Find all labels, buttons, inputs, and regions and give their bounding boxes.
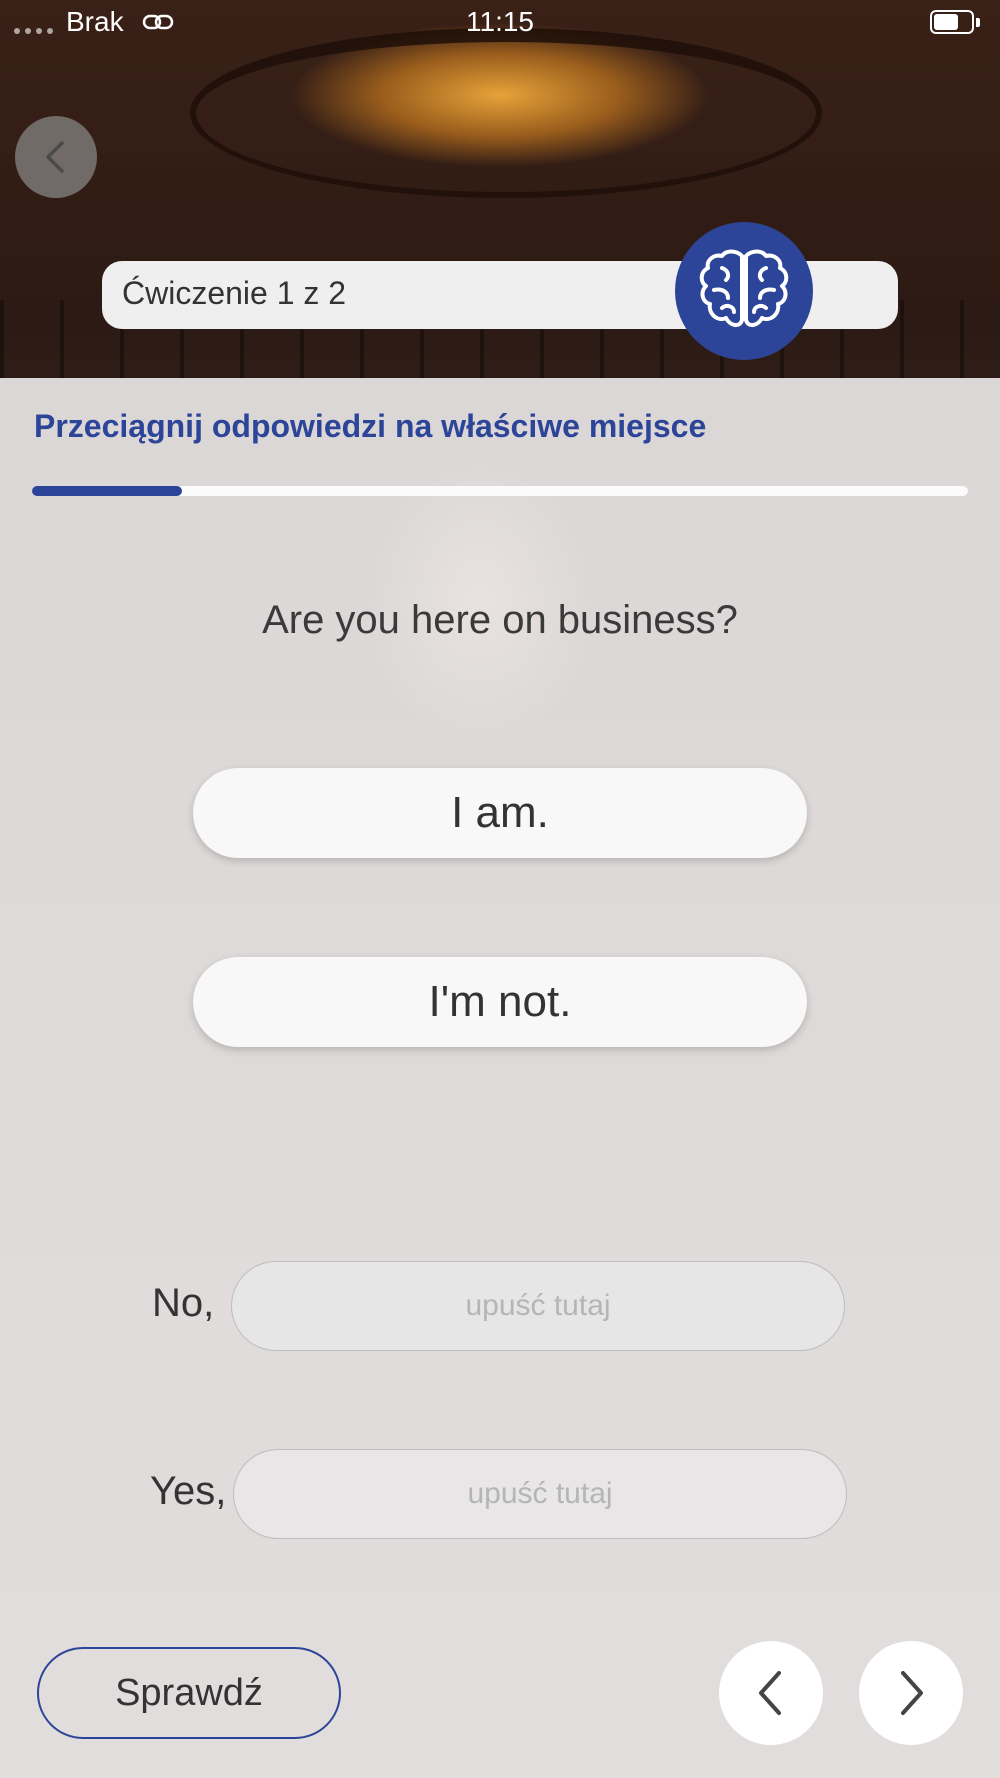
next-button[interactable] — [859, 1641, 963, 1745]
battery-icon — [930, 10, 980, 36]
content-overlay — [0, 378, 1000, 1778]
drop-prefix: No, — [152, 1281, 215, 1325]
drop-prefix: Yes, — [150, 1469, 227, 1513]
chevron-left-icon — [759, 1671, 781, 1715]
instruction-text: Przeciągnij odpowiedzi na właściwe miejs… — [34, 408, 707, 444]
brain-icon — [699, 249, 789, 327]
progress-fill — [32, 486, 182, 496]
status-bar: Brak 11:15 — [0, 0, 1000, 50]
answer-chip[interactable]: I am. — [193, 768, 807, 858]
lamp-decoration — [190, 28, 822, 198]
brain-badge — [675, 222, 813, 360]
drop-zone[interactable]: upuść tutaj — [233, 1449, 847, 1539]
progress-bar — [32, 486, 968, 496]
drop-row-no: No, upuść tutaj — [0, 1261, 1000, 1353]
check-button[interactable]: Sprawdź — [37, 1647, 341, 1739]
question-text: Are you here on business? — [262, 598, 738, 642]
back-button[interactable] — [15, 116, 97, 198]
answer-chip[interactable]: I'm not. — [193, 957, 807, 1047]
drop-row-yes: Yes, upuść tutaj — [0, 1449, 1000, 1541]
exercise-counter-label: Ćwiczenie 1 z 2 — [122, 275, 347, 311]
drop-zone[interactable]: upuść tutaj — [231, 1261, 845, 1351]
previous-button[interactable] — [719, 1641, 823, 1745]
status-time: 11:15 — [466, 6, 534, 37]
chevron-right-icon — [901, 1671, 923, 1715]
chevron-left-icon — [46, 141, 64, 173]
